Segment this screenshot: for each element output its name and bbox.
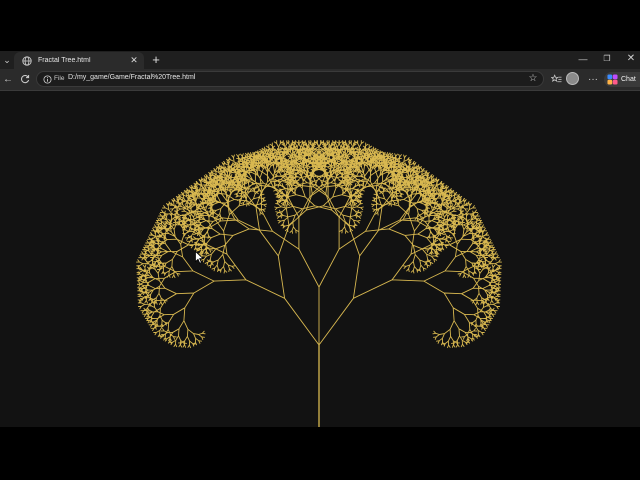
globe-icon bbox=[21, 55, 33, 67]
browser-toolbar: ← File D:/my_game/Game/Fractal%20Tree.ht… bbox=[0, 69, 640, 91]
chat-button[interactable]: Chat bbox=[604, 72, 640, 87]
window-close-icon[interactable]: ✕ bbox=[624, 51, 638, 67]
tab-bar: ⌄ Fractal Tree.html ✕ + — ❐ ✕ bbox=[0, 51, 640, 69]
back-arrow-icon[interactable]: ← bbox=[0, 71, 16, 87]
screen-bottom-border bbox=[0, 427, 640, 480]
avatar[interactable] bbox=[566, 72, 579, 85]
new-tab-button[interactable]: + bbox=[149, 53, 163, 67]
url-text[interactable]: D:/my_game/Game/Fractal%20Tree.html bbox=[68, 74, 195, 81]
star-icon[interactable]: ☆ bbox=[527, 73, 539, 85]
browser-tab[interactable]: Fractal Tree.html ✕ bbox=[14, 52, 144, 69]
fractal-tree bbox=[136, 140, 502, 427]
minimize-icon[interactable]: — bbox=[576, 51, 590, 67]
favorites-icon[interactable] bbox=[548, 71, 564, 87]
chevron-down-icon[interactable]: ⌄ bbox=[0, 51, 14, 69]
more-icon[interactable]: ··· bbox=[585, 71, 601, 87]
scheme-label: File bbox=[54, 75, 65, 82]
page-viewport bbox=[0, 91, 640, 427]
address-bar[interactable]: File D:/my_game/Game/Fractal%20Tree.html… bbox=[36, 71, 544, 87]
restore-icon[interactable]: ❐ bbox=[600, 51, 614, 67]
chat-label: Chat bbox=[621, 76, 636, 83]
info-icon[interactable] bbox=[41, 73, 53, 85]
copilot-icon bbox=[607, 74, 618, 85]
close-icon[interactable]: ✕ bbox=[128, 55, 140, 67]
refresh-icon[interactable] bbox=[17, 71, 33, 87]
tab-title: Fractal Tree.html bbox=[38, 57, 91, 64]
mouse-pointer-icon bbox=[195, 251, 204, 264]
fractal-tree-canvas[interactable] bbox=[0, 91, 640, 427]
screen-top-border bbox=[0, 0, 640, 51]
